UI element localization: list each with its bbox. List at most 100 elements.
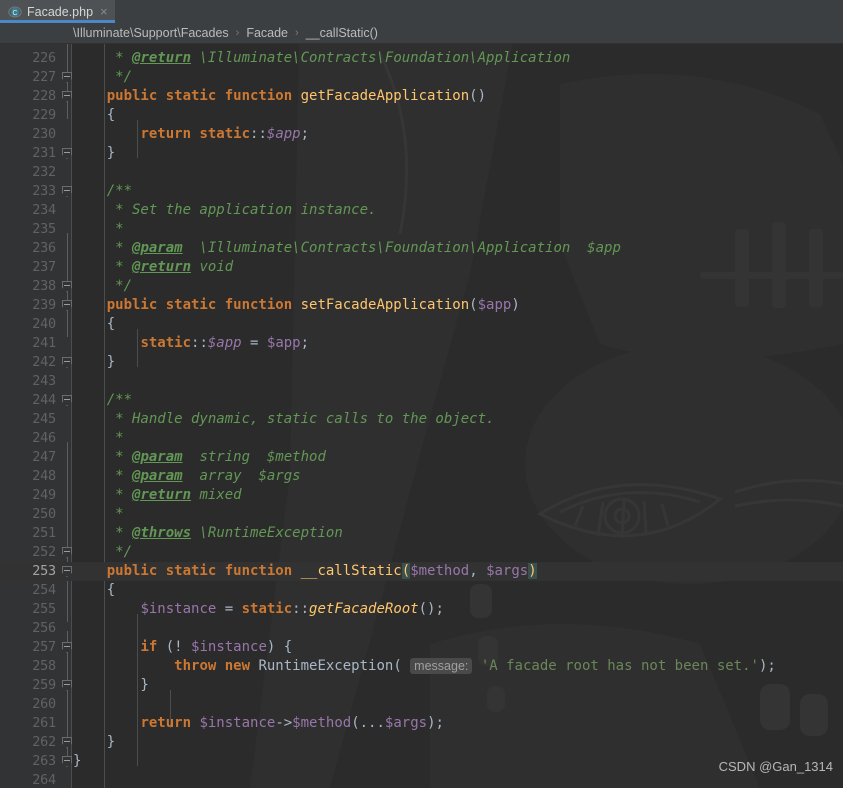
- fold-toggle-icon[interactable]: [62, 547, 73, 558]
- code-line-232[interactable]: 232: [0, 163, 843, 182]
- code-line-252[interactable]: 252 */: [0, 543, 843, 562]
- code-line-245[interactable]: 245 * Handle dynamic, static calls to th…: [0, 410, 843, 429]
- line-number: 256: [32, 620, 56, 636]
- code-text: * @return void: [73, 258, 233, 277]
- line-number: 240: [32, 316, 56, 332]
- token-var: $instance: [140, 601, 217, 617]
- code-line-228[interactable]: 228 public static function getFacadeAppl…: [0, 87, 843, 106]
- token-punc: {: [73, 316, 116, 332]
- token-punc: [73, 715, 140, 731]
- code-line-231[interactable]: 231 }: [0, 144, 843, 163]
- code-line-230[interactable]: 230 return static::$app;: [0, 125, 843, 144]
- code-text: * Set the application instance.: [73, 201, 376, 220]
- token-punc: [73, 563, 107, 579]
- fold-toggle-icon[interactable]: [62, 300, 73, 311]
- code-line-248[interactable]: 248 * @param array $args: [0, 467, 843, 486]
- line-number: 244: [32, 392, 56, 408]
- code-line-256[interactable]: 256: [0, 619, 843, 638]
- code-line-237[interactable]: 237 * @return void: [0, 258, 843, 277]
- token-kw: if: [140, 639, 166, 655]
- breadcrumb-item-class[interactable]: Facade: [246, 26, 288, 40]
- token-str: 'A facade root has not been set.': [480, 658, 759, 674]
- code-line-254[interactable]: 254 {: [0, 581, 843, 600]
- code-line-241[interactable]: 241 static::$app = $app;: [0, 334, 843, 353]
- code-text: }: [73, 144, 115, 163]
- code-line-236[interactable]: 236 * @param \Illuminate\Contracts\Found…: [0, 239, 843, 258]
- token-cmt: *: [73, 449, 133, 465]
- line-number: 238: [32, 278, 56, 294]
- token-cls: RuntimeException: [258, 658, 394, 674]
- fold-toggle-icon[interactable]: [62, 756, 73, 767]
- code-line-240[interactable]: 240 {: [0, 315, 843, 334]
- line-number: 255: [32, 601, 56, 617]
- fold-toggle-icon[interactable]: [62, 395, 73, 406]
- code-text: }: [73, 353, 115, 372]
- code-text: {: [73, 106, 115, 125]
- token-cmt: mixed: [191, 487, 242, 503]
- code-line-257[interactable]: 257 if (! $instance) {: [0, 638, 843, 657]
- code-line-262[interactable]: 262 }: [0, 733, 843, 752]
- line-number: 234: [32, 202, 56, 218]
- code-line-261[interactable]: 261 return $instance->$method(...$args);: [0, 714, 843, 733]
- fold-toggle-icon[interactable]: [62, 72, 73, 83]
- code-line-259[interactable]: 259 }: [0, 676, 843, 695]
- code-text: static::$app = $app;: [73, 334, 309, 353]
- code-text: * @param array $args: [73, 467, 300, 486]
- code-line-233[interactable]: 233 /**: [0, 182, 843, 201]
- code-line-264[interactable]: 264: [0, 771, 843, 788]
- fold-toggle-icon[interactable]: [62, 566, 73, 577]
- fold-toggle-icon[interactable]: [62, 281, 73, 292]
- line-number: 227: [32, 69, 56, 85]
- token-fn: __callStatic: [300, 563, 402, 579]
- token-cmt: string $method: [182, 449, 326, 465]
- token-punc: [73, 126, 140, 142]
- code-line-255[interactable]: 255 $instance = static::getFacadeRoot();: [0, 600, 843, 619]
- code-line-263[interactable]: 263}: [0, 752, 843, 771]
- minus-icon: [64, 570, 70, 571]
- editor-tab-facade-php[interactable]: C Facade.php ×: [0, 0, 115, 23]
- token-var: $args: [486, 563, 529, 579]
- code-text: }: [73, 752, 81, 771]
- breadcrumb-item-namespace[interactable]: \Illuminate\Support\Facades: [73, 26, 229, 40]
- close-icon[interactable]: ×: [100, 5, 108, 19]
- code-line-229[interactable]: 229 {: [0, 106, 843, 125]
- line-number: 228: [32, 88, 56, 104]
- line-number: 235: [32, 221, 56, 237]
- code-line-251[interactable]: 251 * @throws \RuntimeException: [0, 524, 843, 543]
- fold-toggle-icon[interactable]: [62, 148, 73, 159]
- code-line-253[interactable]: 253 public static function __callStatic(…: [0, 562, 843, 581]
- token-cmt: *: [73, 506, 124, 522]
- token-cmt: *: [73, 50, 133, 66]
- token-punc: ;: [300, 335, 310, 351]
- ide-window: C Facade.php × \Illuminate\Support\Facad…: [0, 0, 843, 788]
- token-punc: (: [469, 297, 478, 313]
- code-line-249[interactable]: 249 * @return mixed: [0, 486, 843, 505]
- breadcrumb-item-method[interactable]: __callStatic(): [306, 26, 378, 40]
- token-cmt: \Illuminate\Contracts\Foundation\Applica…: [191, 50, 571, 66]
- code-line-234[interactable]: 234 * Set the application instance.: [0, 201, 843, 220]
- fold-toggle-icon[interactable]: [62, 737, 73, 748]
- code-line-258[interactable]: 258 throw new RuntimeException( message:…: [0, 657, 843, 676]
- code-line-242[interactable]: 242 }: [0, 353, 843, 372]
- code-line-227[interactable]: 227 */: [0, 68, 843, 87]
- fold-toggle-icon[interactable]: [62, 91, 73, 102]
- code-text: */: [73, 277, 132, 296]
- fold-toggle-icon[interactable]: [62, 357, 73, 368]
- code-editor[interactable]: 225 * 226 * @return \Illuminate\Contract…: [0, 44, 843, 788]
- code-line-238[interactable]: 238 */: [0, 277, 843, 296]
- code-line-244[interactable]: 244 /**: [0, 391, 843, 410]
- code-line-243[interactable]: 243: [0, 372, 843, 391]
- code-line-235[interactable]: 235 *: [0, 220, 843, 239]
- code-line-239[interactable]: 239 public static function setFacadeAppl…: [0, 296, 843, 315]
- fold-toggle-icon[interactable]: [62, 680, 73, 691]
- line-number: 236: [32, 240, 56, 256]
- code-line-260[interactable]: 260: [0, 695, 843, 714]
- line-number: 264: [32, 772, 56, 788]
- token-punc: ::: [250, 126, 267, 142]
- fold-toggle-icon[interactable]: [62, 186, 73, 197]
- code-line-250[interactable]: 250 *: [0, 505, 843, 524]
- code-line-246[interactable]: 246 *: [0, 429, 843, 448]
- code-line-247[interactable]: 247 * @param string $method: [0, 448, 843, 467]
- code-line-226[interactable]: 226 * @return \Illuminate\Contracts\Foun…: [0, 49, 843, 68]
- fold-toggle-icon[interactable]: [62, 642, 73, 653]
